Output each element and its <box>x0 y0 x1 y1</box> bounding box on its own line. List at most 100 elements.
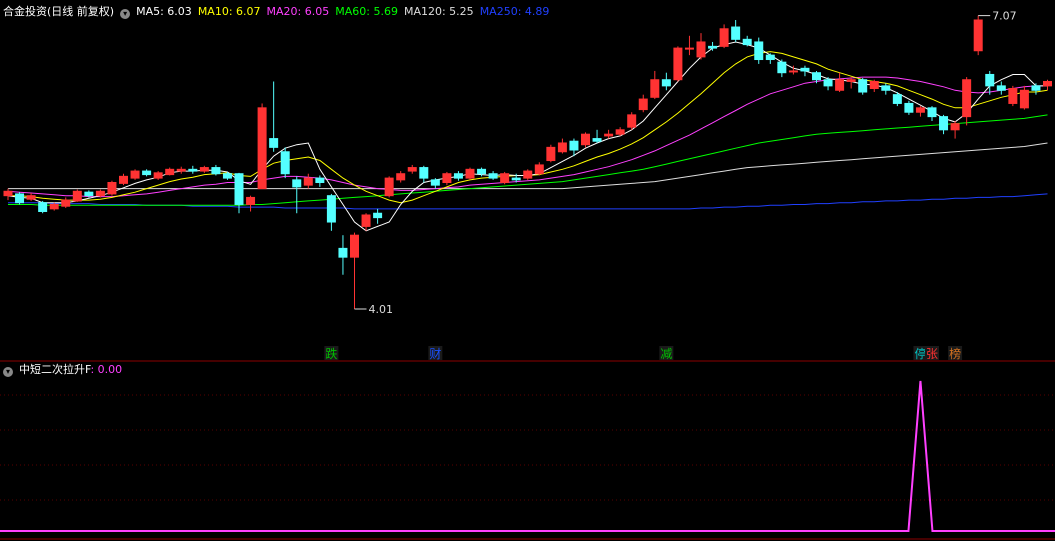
candle-body <box>650 79 660 98</box>
candle-body <box>661 79 671 87</box>
candle-body <box>338 247 348 258</box>
event-tag: 跌 <box>325 346 337 361</box>
price-annotation: 7.07 <box>992 10 1017 23</box>
candle-body <box>3 190 13 197</box>
candle-body <box>869 80 879 90</box>
candle-body <box>777 61 787 74</box>
candle-body <box>846 79 856 82</box>
candle-body <box>72 190 82 202</box>
candle-body <box>130 170 140 179</box>
indicator-value: : 0.00 <box>90 363 123 376</box>
event-tag: 榜 <box>949 346 961 361</box>
candle-body <box>15 193 25 204</box>
candle-body <box>800 67 810 72</box>
candle-body <box>500 173 510 184</box>
candle-body <box>985 73 995 87</box>
candle-body <box>280 151 290 175</box>
candle-body <box>511 177 521 181</box>
candle-body <box>246 196 256 205</box>
candle-body <box>384 177 394 197</box>
candle-body <box>823 79 833 87</box>
candle-body <box>534 164 544 175</box>
candle-body <box>708 45 718 49</box>
candle-body <box>615 129 625 135</box>
candle-body <box>939 116 949 131</box>
candle-body <box>523 170 533 179</box>
candle-body <box>176 168 186 172</box>
candle-body <box>38 202 48 212</box>
event-tag: 张 <box>926 347 938 361</box>
candle-body <box>581 133 590 146</box>
candle-body <box>119 175 128 184</box>
candle-body <box>604 133 614 137</box>
candle-body <box>1031 85 1041 91</box>
candle-body <box>881 85 891 91</box>
candle-body <box>49 203 59 210</box>
candle-body <box>269 138 279 148</box>
indicator-header: ▾ 中短二次拉升F: 0.00 <box>3 363 128 377</box>
candle-body <box>407 167 417 172</box>
candle-body <box>892 94 902 104</box>
candle-body <box>754 41 764 61</box>
candle-body <box>765 54 775 61</box>
candle-body <box>569 140 579 151</box>
candle-body <box>465 168 475 179</box>
candle-body <box>731 26 741 40</box>
candle-body <box>453 173 463 179</box>
chevron-down-icon[interactable]: ▾ <box>3 367 13 377</box>
indicator-line <box>0 380 1055 532</box>
candle-body <box>927 107 937 118</box>
candle-body <box>719 28 729 47</box>
candle-body <box>142 170 152 176</box>
candle-body <box>430 179 440 186</box>
candle-body <box>696 41 706 58</box>
candle-body <box>95 190 105 197</box>
candle-body <box>315 177 325 184</box>
candle-body <box>419 167 429 179</box>
price-annotation: 4.01 <box>369 303 394 316</box>
candle-body <box>234 173 244 205</box>
candle-body <box>973 19 983 52</box>
ma120-line <box>8 142 1048 190</box>
candle-body <box>211 167 221 175</box>
ma250-line <box>8 193 1048 210</box>
candle-body <box>292 179 302 188</box>
candle-body <box>61 199 71 207</box>
candle-body <box>257 107 267 190</box>
candle-body <box>396 173 406 181</box>
ma10-line <box>8 51 1048 204</box>
candle-body <box>361 214 371 227</box>
indicator-name: 中短二次拉升F <box>19 363 91 376</box>
price-chart[interactable]: 7.07 4.01 跌 财 减 停张榜 <box>0 0 1055 541</box>
candle-body <box>222 173 232 179</box>
candle-body <box>904 102 914 113</box>
candle-body <box>488 173 498 179</box>
candle-body <box>1019 89 1029 109</box>
stock-chart-window: 合金投资(日线 前复权) ▾ MA5: 6.03 MA10: 6.07 MA20: 6.… <box>0 0 1055 541</box>
candle-body <box>165 168 175 176</box>
candle-body <box>1043 80 1052 87</box>
candle-body <box>477 168 487 175</box>
candle-body <box>557 142 567 153</box>
candle-body <box>788 70 798 73</box>
candle-body <box>188 168 198 172</box>
candle-body <box>442 173 452 184</box>
candle-body <box>84 191 94 197</box>
candle-body <box>742 38 752 46</box>
candle-body <box>153 172 163 179</box>
candle-body <box>835 79 845 91</box>
candle-body <box>673 47 683 81</box>
ma5-line <box>7 41 1048 232</box>
event-tag: 财 <box>429 347 441 361</box>
candle-body <box>326 195 336 223</box>
candle-body <box>627 114 637 128</box>
candle-body <box>350 234 359 258</box>
candle-body <box>858 79 868 93</box>
candle-body <box>950 123 960 131</box>
candle-body <box>684 47 694 50</box>
candle-body <box>962 79 972 118</box>
candle-body <box>915 107 925 113</box>
candle-body <box>199 167 209 172</box>
event-tag: 减 <box>660 347 672 361</box>
candle-body <box>1008 88 1018 104</box>
